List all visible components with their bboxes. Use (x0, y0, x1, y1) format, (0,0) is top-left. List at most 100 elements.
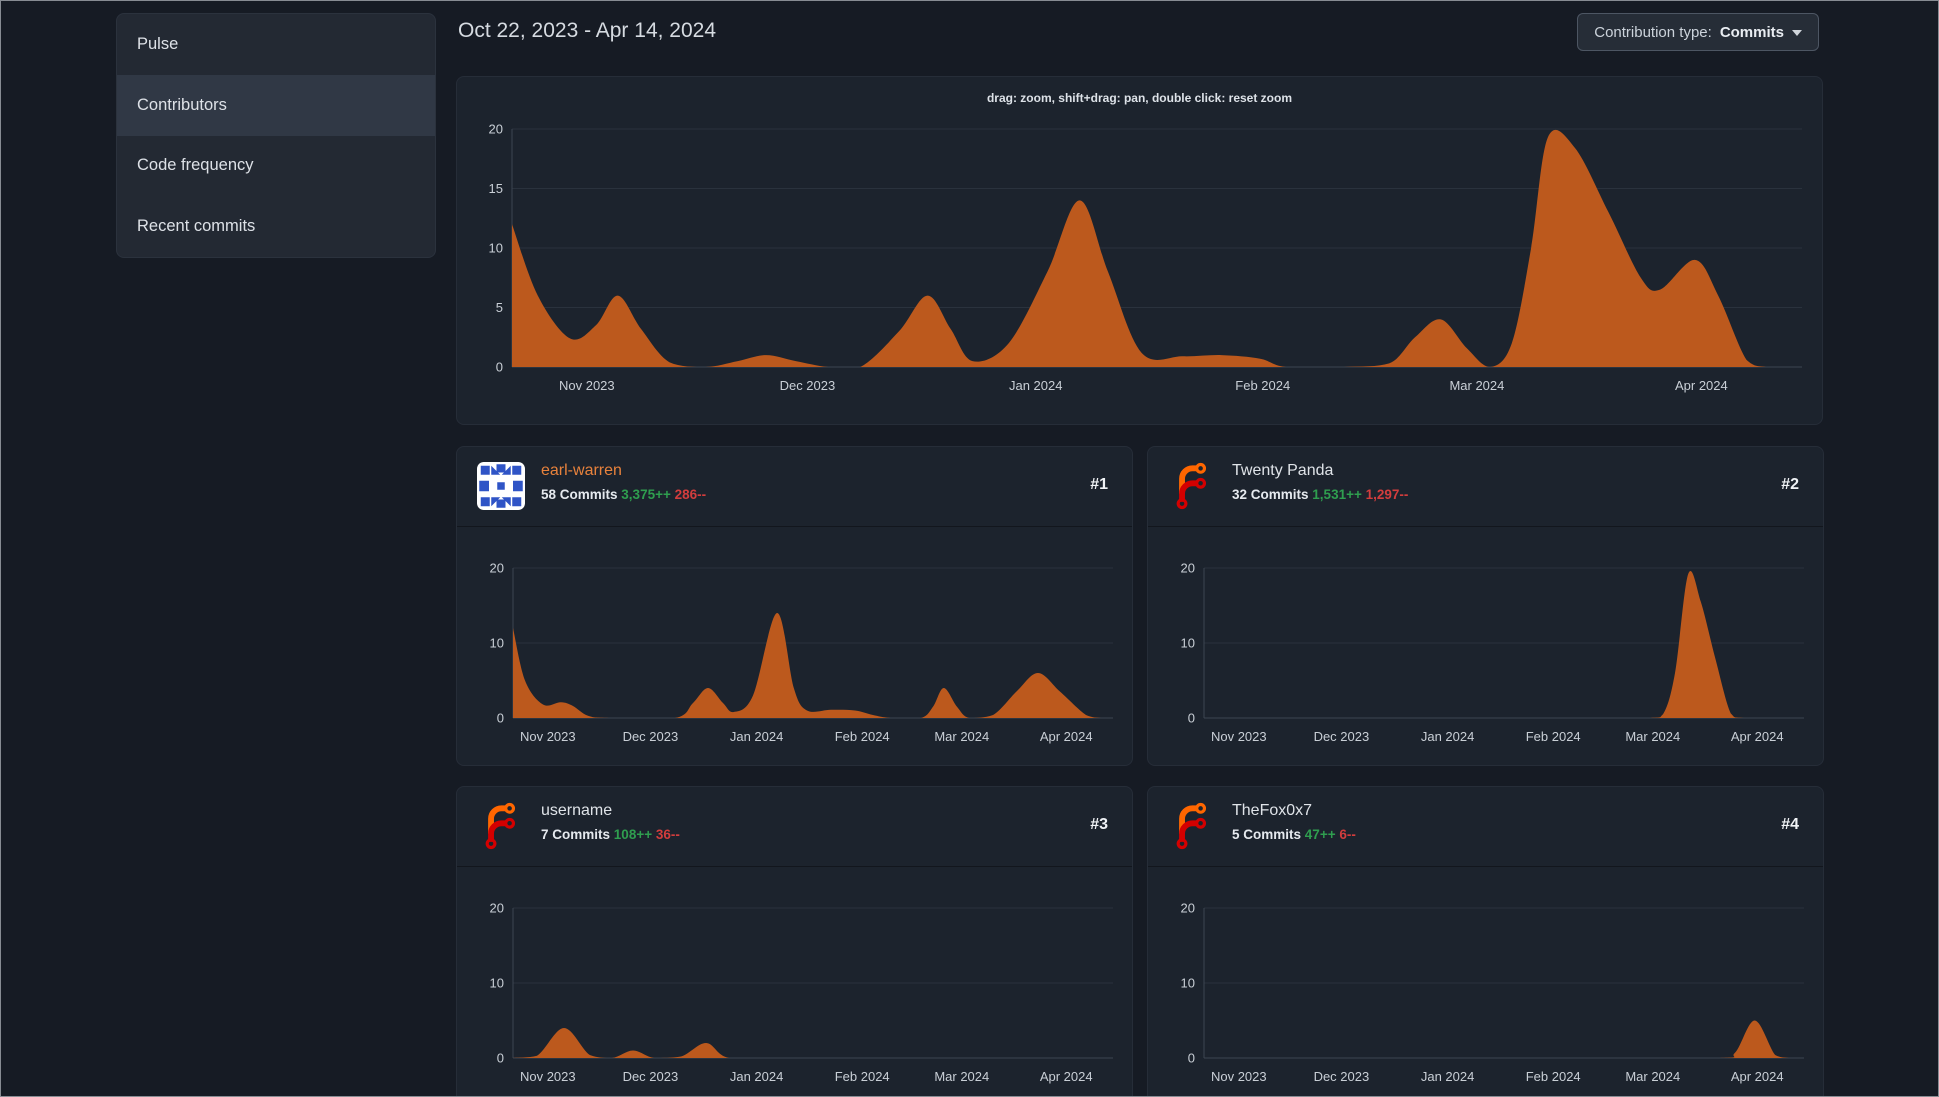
identicon-avatar-icon (477, 462, 525, 510)
contributors-page: Pulse Contributors Code frequency Recent… (0, 0, 1939, 1097)
svg-text:10: 10 (490, 636, 504, 651)
svg-text:Dec 2023: Dec 2023 (780, 378, 836, 393)
svg-text:Mar 2024: Mar 2024 (1625, 1069, 1680, 1084)
svg-text:0: 0 (1188, 711, 1195, 726)
avatar (477, 802, 525, 850)
svg-text:Mar 2024: Mar 2024 (934, 1069, 989, 1084)
commits-count: 32 Commits (1232, 487, 1309, 502)
rank-badge: #4 (1781, 816, 1799, 833)
additions-count: 3,375++ (621, 487, 671, 502)
deletions-count: 36-- (655, 827, 680, 842)
contributor-name-link[interactable]: TheFox0x7 (1232, 802, 1312, 820)
svg-text:Feb 2024: Feb 2024 (835, 1069, 890, 1084)
svg-text:Dec 2023: Dec 2023 (623, 729, 679, 744)
avatar (1168, 462, 1216, 510)
svg-text:Mar 2024: Mar 2024 (1625, 729, 1680, 744)
svg-text:Jan 2024: Jan 2024 (730, 729, 784, 744)
sidebar-item-pulse[interactable]: Pulse (117, 14, 435, 75)
deletions-count: 1,297-- (1365, 487, 1409, 502)
svg-text:0: 0 (497, 711, 504, 726)
svg-text:10: 10 (489, 241, 503, 256)
svg-text:20: 20 (489, 122, 503, 137)
additions-count: 1,531++ (1312, 487, 1362, 502)
svg-text:Dec 2023: Dec 2023 (1314, 1069, 1370, 1084)
svg-text:Mar 2024: Mar 2024 (1449, 378, 1504, 393)
svg-text:15: 15 (489, 181, 503, 196)
svg-text:Feb 2024: Feb 2024 (1526, 1069, 1581, 1084)
contributor-name-link[interactable]: Twenty Panda (1232, 462, 1333, 480)
commits-count: 7 Commits (541, 827, 611, 842)
svg-text:Jan 2024: Jan 2024 (1421, 1069, 1475, 1084)
forgejo-logo-icon (485, 802, 516, 850)
svg-text:20: 20 (1181, 901, 1195, 916)
commits-count: 58 Commits (541, 487, 618, 502)
svg-text:Dec 2023: Dec 2023 (623, 1069, 679, 1084)
svg-text:Mar 2024: Mar 2024 (934, 729, 989, 744)
additions-count: 108++ (613, 827, 653, 842)
svg-text:0: 0 (497, 1051, 504, 1066)
svg-text:Apr 2024: Apr 2024 (1675, 378, 1728, 393)
contributor-stats: 58 Commits 3,375++ 286-- (541, 487, 706, 502)
chevron-down-icon (1792, 30, 1802, 36)
svg-text:Apr 2024: Apr 2024 (1040, 729, 1093, 744)
sidebar-item-recent-commits[interactable]: Recent commits (117, 196, 435, 257)
svg-text:5: 5 (496, 300, 503, 315)
rank-badge: #1 (1090, 476, 1108, 493)
svg-text:Nov 2023: Nov 2023 (520, 1069, 576, 1084)
svg-text:Feb 2024: Feb 2024 (835, 729, 890, 744)
contribution-type-button[interactable]: Contribution type: Commits (1577, 13, 1819, 51)
svg-text:10: 10 (490, 976, 504, 991)
svg-text:Jan 2024: Jan 2024 (730, 1069, 784, 1084)
svg-text:Apr 2024: Apr 2024 (1731, 1069, 1784, 1084)
svg-text:Apr 2024: Apr 2024 (1040, 1069, 1093, 1084)
svg-text:Feb 2024: Feb 2024 (1526, 729, 1581, 744)
date-range-title: Oct 22, 2023 - Apr 14, 2024 (458, 19, 717, 42)
contributor-stats: 32 Commits 1,531++ 1,297-- (1232, 487, 1408, 502)
svg-text:10: 10 (1181, 976, 1195, 991)
forgejo-logo-icon (1176, 802, 1207, 850)
avatar (1168, 802, 1216, 850)
svg-text:20: 20 (490, 901, 504, 916)
contributor-card: 0 10 20 Nov 2023 Dec 2023 Jan 2024 Feb 2024 Mar… (456, 446, 1133, 766)
svg-text:Jan 2024: Jan 2024 (1421, 729, 1475, 744)
svg-text:Jan 2024: Jan 2024 (1009, 378, 1063, 393)
contribution-type-label: Contribution type: (1594, 23, 1712, 41)
sidebar-item-contributors[interactable]: Contributors (117, 74, 435, 136)
avatar (477, 462, 525, 510)
forgejo-logo-icon (1176, 462, 1207, 510)
svg-text:20: 20 (1181, 561, 1195, 576)
contributor-card: 0 10 20 Nov 2023 Dec 2023 Jan 2024 Feb 2024 Mar… (1147, 446, 1824, 766)
contributor-card: 0 10 20 Nov 2023 Dec 2023 Jan 2024 Feb 2024 Mar… (1147, 786, 1824, 1096)
svg-text:Nov 2023: Nov 2023 (520, 729, 576, 744)
deletions-count: 6-- (1339, 827, 1356, 842)
svg-text:Dec 2023: Dec 2023 (1314, 729, 1370, 744)
contribution-type-value: Commits (1719, 23, 1784, 41)
sidebar-menu: Pulse Contributors Code frequency Recent… (116, 13, 436, 258)
contributor-card-header: TheFox0x7 5 Commits 47++ 6-- #4 (1148, 787, 1823, 867)
additions-count: 47++ (1304, 827, 1336, 842)
rank-badge: #3 (1090, 816, 1108, 833)
contributor-name-link[interactable]: username (541, 802, 612, 820)
contributor-card-header: username 7 Commits 108++ 36-- #3 (457, 787, 1132, 867)
zoom-hint: drag: zoom, shift+drag: pan, double clic… (986, 91, 1293, 105)
contributor-card-header: earl-warren 58 Commits 3,375++ 286-- #1 (457, 447, 1132, 527)
svg-text:10: 10 (1181, 636, 1195, 651)
contributor-name-link[interactable]: earl-warren (541, 462, 622, 480)
svg-text:0: 0 (496, 360, 503, 375)
contributor-stats: 7 Commits 108++ 36-- (541, 827, 680, 842)
svg-text:Nov 2023: Nov 2023 (559, 378, 615, 393)
commits-count: 5 Commits (1232, 827, 1302, 842)
svg-text:20: 20 (490, 561, 504, 576)
svg-text:Feb 2024: Feb 2024 (1235, 378, 1290, 393)
svg-text:Apr 2024: Apr 2024 (1731, 729, 1784, 744)
svg-text:Nov 2023: Nov 2023 (1211, 729, 1267, 744)
deletions-count: 286-- (674, 487, 707, 502)
svg-text:Nov 2023: Nov 2023 (1211, 1069, 1267, 1084)
contributor-stats: 5 Commits 47++ 6-- (1232, 827, 1356, 842)
rank-badge: #2 (1781, 476, 1799, 493)
svg-text:0: 0 (1188, 1051, 1195, 1066)
main-chart-panel: 0 5 10 15 20 Nov 2023 Dec 2023 Jan 2024 Feb 2024… (456, 76, 1823, 425)
main-contributions-chart[interactable]: 0 5 10 15 20 Nov 2023 Dec 2023 Jan 2024 Feb 2024… (457, 77, 1823, 425)
sidebar-item-code-frequency[interactable]: Code frequency (117, 136, 435, 197)
contributor-card-header: Twenty Panda 32 Commits 1,531++ 1,297-- … (1148, 447, 1823, 527)
